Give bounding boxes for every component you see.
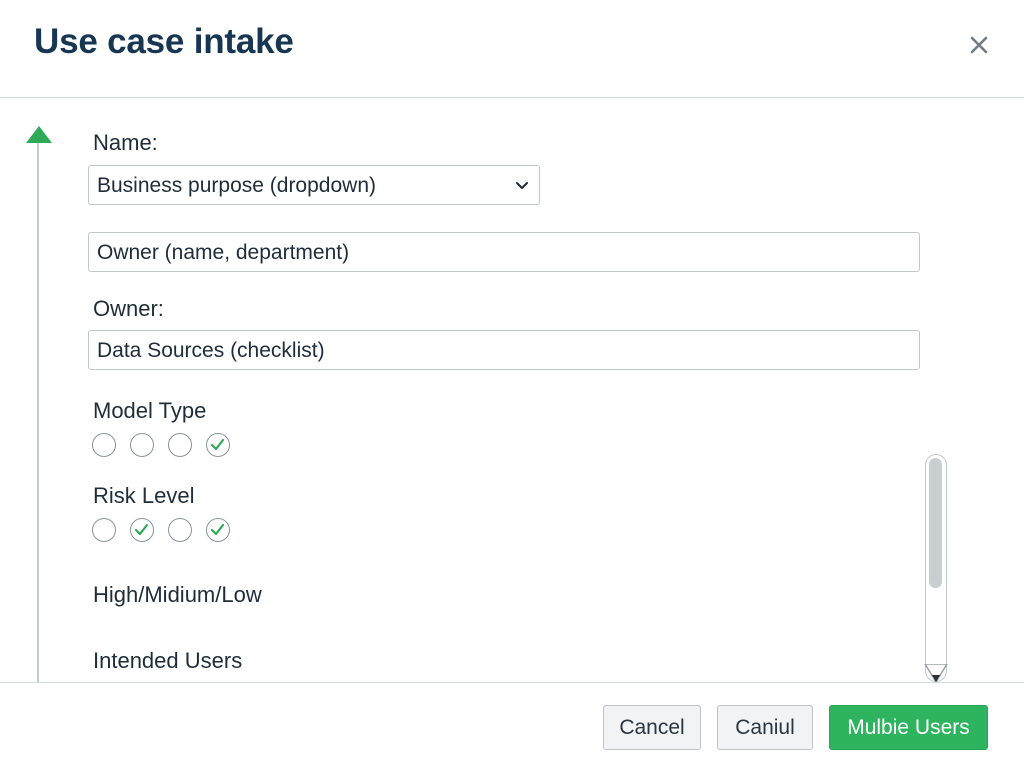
- check-icon: [210, 438, 225, 451]
- secondary-button[interactable]: Caniul: [717, 705, 813, 750]
- primary-button[interactable]: Mulbie Users: [829, 705, 988, 750]
- intended-users-label: Intended Users: [93, 648, 243, 673]
- owner-input-value: Owner (name, department): [97, 241, 350, 264]
- check-icon: [134, 523, 149, 536]
- owner-label: Owner:: [93, 296, 164, 321]
- business-purpose-dropdown[interactable]: Business purpose (dropdown): [88, 165, 540, 205]
- model-type-option-3[interactable]: [168, 433, 192, 457]
- dialog-body: Name: Business purpose (dropdown) Owner …: [0, 98, 1024, 682]
- owner-input[interactable]: Owner (name, department): [88, 232, 920, 272]
- risk-level-option-3[interactable]: [168, 518, 192, 542]
- model-type-option-2[interactable]: [130, 433, 154, 457]
- dialog-title: Use case intake: [34, 22, 294, 61]
- scrollbar-tip-icon: [923, 663, 949, 682]
- risk-level-note: High/Midium/Low: [93, 582, 262, 607]
- dialog-header: Use case intake: [0, 0, 1024, 98]
- chevron-down-icon: [514, 177, 530, 198]
- model-type-option-4[interactable]: [206, 433, 230, 457]
- progress-track: [37, 143, 39, 682]
- data-sources-input[interactable]: Data Sources (checklist): [88, 330, 920, 370]
- model-type-label: Model Type: [93, 398, 207, 423]
- risk-level-option-4[interactable]: [206, 518, 230, 542]
- check-icon: [210, 523, 225, 536]
- model-type-option-1[interactable]: [92, 433, 116, 457]
- data-sources-value: Data Sources (checklist): [97, 339, 325, 362]
- cancel-button[interactable]: Cancel: [603, 705, 701, 750]
- use-case-intake-dialog: Use case intake Name: Business purpose (…: [0, 0, 1024, 769]
- risk-level-label: Risk Level: [93, 483, 195, 508]
- business-purpose-value: Business purpose (dropdown): [97, 174, 376, 197]
- scrollbar[interactable]: [925, 454, 947, 682]
- progress-arrow-icon: [26, 126, 52, 143]
- dialog-footer: Cancel Caniul Mulbie Users: [0, 682, 1024, 769]
- risk-level-option-1[interactable]: [92, 518, 116, 542]
- close-icon[interactable]: [962, 28, 996, 62]
- name-label: Name:: [93, 130, 158, 155]
- scrollbar-thumb[interactable]: [929, 458, 942, 588]
- risk-level-option-2[interactable]: [130, 518, 154, 542]
